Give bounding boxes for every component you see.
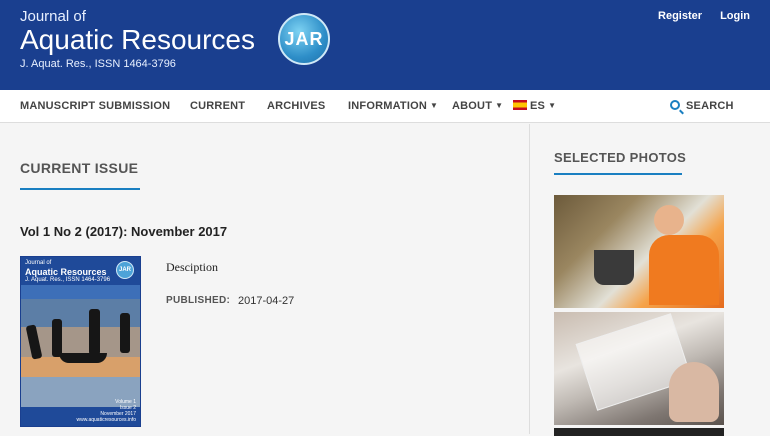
chevron-down-icon: ▼ [548, 101, 557, 110]
cover-title: Aquatic Resources [25, 267, 107, 277]
issue-cover-image[interactable]: Journal of Aquatic Resources J. Aquat. R… [20, 256, 141, 427]
site-brand[interactable]: Journal of Aquatic Resources J. Aquat. R… [20, 8, 255, 71]
logo-text: JAR [284, 29, 324, 49]
photo-partial[interactable] [554, 428, 724, 436]
issue-description: Desciption [166, 260, 218, 274]
chevron-down-icon: ▼ [430, 101, 439, 110]
fisher-silhouette [25, 324, 43, 360]
brand-title: Aquatic Resources [20, 24, 256, 55]
selected-photos-heading: SELECTED PHOTOS [554, 150, 687, 165]
user-links: Register Login [658, 10, 750, 22]
fisher-silhouette [120, 313, 130, 353]
issue-title-link[interactable]: Vol 1 No 2 (2017): November 2017 [20, 224, 227, 239]
person-head-shape [654, 205, 684, 235]
nav-item-about-label: ABOUT [452, 100, 493, 112]
bucket-shape [594, 250, 634, 285]
heading-underline [20, 188, 140, 190]
cover-logo-icon: JAR [116, 261, 134, 279]
site-header: Journal of Aquatic Resources J. Aquat. R… [0, 0, 770, 90]
boat-silhouette [59, 353, 107, 363]
language-label: ES [530, 100, 546, 112]
cover-subtitle: J. Aquat. Res., ISSN 1464-3796 [25, 277, 111, 283]
nav-item-about[interactable]: ABOUT ▼ [452, 100, 503, 112]
heading-underline [554, 173, 682, 175]
chevron-down-icon: ▼ [495, 101, 504, 110]
cover-footer: Volume 1 Issue 2 November 2017 www.aquat… [77, 399, 136, 423]
fisher-silhouette [52, 319, 62, 357]
login-link[interactable]: Login [720, 10, 750, 22]
photo-lab-workers[interactable] [554, 195, 724, 308]
nav-item-information[interactable]: INFORMATION ▼ [348, 100, 438, 112]
nav-item-current[interactable]: CURRENT [190, 100, 245, 112]
spain-flag-icon [513, 100, 527, 110]
fisher-silhouette [89, 309, 100, 355]
nav-item-manuscript-submission[interactable]: MANUSCRIPT SUBMISSION [20, 100, 170, 112]
language-switcher[interactable]: ES ▼ [513, 100, 556, 112]
cover-site: www.aquaticresources.info [76, 417, 136, 423]
cover-header: Journal of Aquatic Resources J. Aquat. R… [25, 260, 110, 284]
register-link[interactable]: Register [658, 10, 702, 22]
brand-top-line: Journal of [20, 8, 86, 25]
cover-top-line: Journal of [25, 260, 52, 266]
current-issue-heading: CURRENT ISSUE [20, 160, 139, 176]
published-label: PUBLISHED: [166, 295, 231, 306]
search-label: SEARCH [686, 100, 734, 112]
search-link[interactable]: SEARCH [670, 100, 734, 112]
published-date: 2017-04-27 [238, 295, 295, 307]
globe-logo-icon[interactable]: JAR [278, 13, 330, 65]
main-nav: MANUSCRIPT SUBMISSION CURRENT ARCHIVES I… [0, 90, 770, 123]
hand-shape [669, 362, 719, 422]
brand-subtitle: J. Aquat. Res., ISSN 1464-3796 [20, 58, 176, 70]
search-icon [670, 100, 680, 110]
nav-item-archives[interactable]: ARCHIVES [267, 100, 325, 112]
person-body-shape [649, 235, 719, 305]
nav-item-information-label: INFORMATION [348, 100, 427, 112]
photo-sample-plate[interactable] [554, 312, 724, 425]
sidebar-divider [529, 124, 530, 434]
